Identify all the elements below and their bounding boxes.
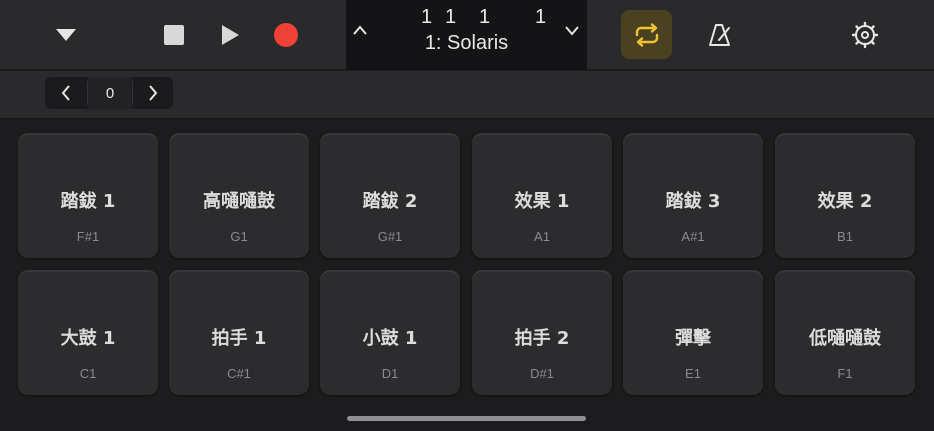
pad-label: 效果 2 — [817, 191, 873, 212]
metronome-icon — [709, 24, 730, 46]
lcd-tick: 1 — [535, 6, 547, 28]
pad-note: A#1 — [681, 229, 705, 244]
pad-label: 小鼓 1 — [362, 328, 418, 349]
home-indicator[interactable] — [347, 416, 586, 421]
pad-note: D#1 — [530, 366, 554, 381]
play-button[interactable] — [214, 0, 246, 70]
pad-note: G1 — [230, 229, 248, 244]
metronome-button[interactable] — [704, 0, 736, 70]
drum-pad[interactable]: 低嗵嗵鼓 F1 — [775, 270, 915, 395]
pad-label: 拍手 1 — [211, 328, 267, 349]
pad-label: 彈擊 — [675, 328, 711, 349]
stepper-value: 0 — [88, 77, 132, 109]
kit-navigation-bar: 0 — [0, 71, 934, 119]
pad-note: D1 — [381, 366, 399, 381]
drum-pad[interactable]: 彈擊 E1 — [623, 270, 763, 395]
pad-note: G#1 — [377, 229, 403, 244]
drum-pad[interactable]: 高嗵嗵鼓 G1 — [169, 133, 309, 258]
pad-label: 踏鈸 1 — [60, 191, 116, 212]
drum-pad[interactable]: 效果 1 A1 — [472, 133, 612, 258]
settings-button[interactable] — [848, 0, 882, 70]
cycle-icon — [635, 22, 658, 47]
cycle-button[interactable] — [621, 10, 672, 59]
next-button[interactable] — [133, 77, 173, 109]
stop-button[interactable] — [158, 0, 190, 70]
drum-pad[interactable]: 效果 2 B1 — [775, 133, 915, 258]
previous-button[interactable] — [45, 77, 87, 109]
drum-pad[interactable]: 踏鈸 3 A#1 — [623, 133, 763, 258]
pad-label: 踏鈸 2 — [362, 191, 418, 212]
kit-stepper: 0 — [45, 77, 173, 109]
drum-pad-grid: 踏鈸 1 F#1 高嗵嗵鼓 G1 踏鈸 2 G#1 效果 1 A1 踏鈸 3 A… — [0, 120, 934, 431]
drum-pad[interactable]: 拍手 2 D#1 — [472, 270, 612, 395]
chevron-right-icon — [149, 85, 158, 101]
drum-pad[interactable]: 拍手 1 C#1 — [169, 270, 309, 395]
drum-pad[interactable]: 踏鈸 2 G#1 — [320, 133, 460, 258]
pad-note: A1 — [534, 229, 550, 244]
pad-label: 高嗵嗵鼓 — [203, 191, 275, 212]
pad-note: C1 — [79, 366, 97, 381]
stop-icon — [164, 25, 184, 45]
pad-label: 踏鈸 3 — [665, 191, 721, 212]
pad-label: 低嗵嗵鼓 — [809, 328, 881, 349]
lcd-beat: 1 — [445, 6, 457, 28]
pad-note: C#1 — [227, 366, 251, 381]
play-icon — [222, 25, 239, 45]
lcd-division: 1 — [479, 6, 491, 28]
chevron-left-icon — [61, 85, 70, 101]
view-menu-button[interactable] — [46, 0, 86, 70]
triangle-down-icon — [56, 29, 76, 41]
pad-note: F1 — [837, 366, 853, 381]
pad-label: 大鼓 1 — [60, 328, 116, 349]
record-icon — [274, 23, 298, 47]
pad-note: B1 — [837, 229, 853, 244]
control-bar: 1 1 1 1 1: Solaris — [0, 0, 934, 70]
drum-pad[interactable]: 踏鈸 1 F#1 — [18, 133, 158, 258]
pad-note: F#1 — [76, 229, 100, 244]
chevron-down-icon[interactable] — [564, 24, 580, 36]
drum-pad[interactable]: 小鼓 1 D1 — [320, 270, 460, 395]
drum-pad[interactable]: 大鼓 1 C1 — [18, 270, 158, 395]
lcd-bar: 1 — [421, 6, 433, 28]
pad-label: 效果 1 — [514, 191, 570, 212]
gear-icon — [851, 21, 879, 49]
record-button[interactable] — [268, 0, 304, 70]
pad-label: 拍手 2 — [514, 328, 570, 349]
pad-note: E1 — [685, 366, 701, 381]
lcd-display[interactable]: 1 1 1 1 1: Solaris — [346, 0, 587, 70]
patch-name: 1: Solaris — [424, 32, 509, 54]
